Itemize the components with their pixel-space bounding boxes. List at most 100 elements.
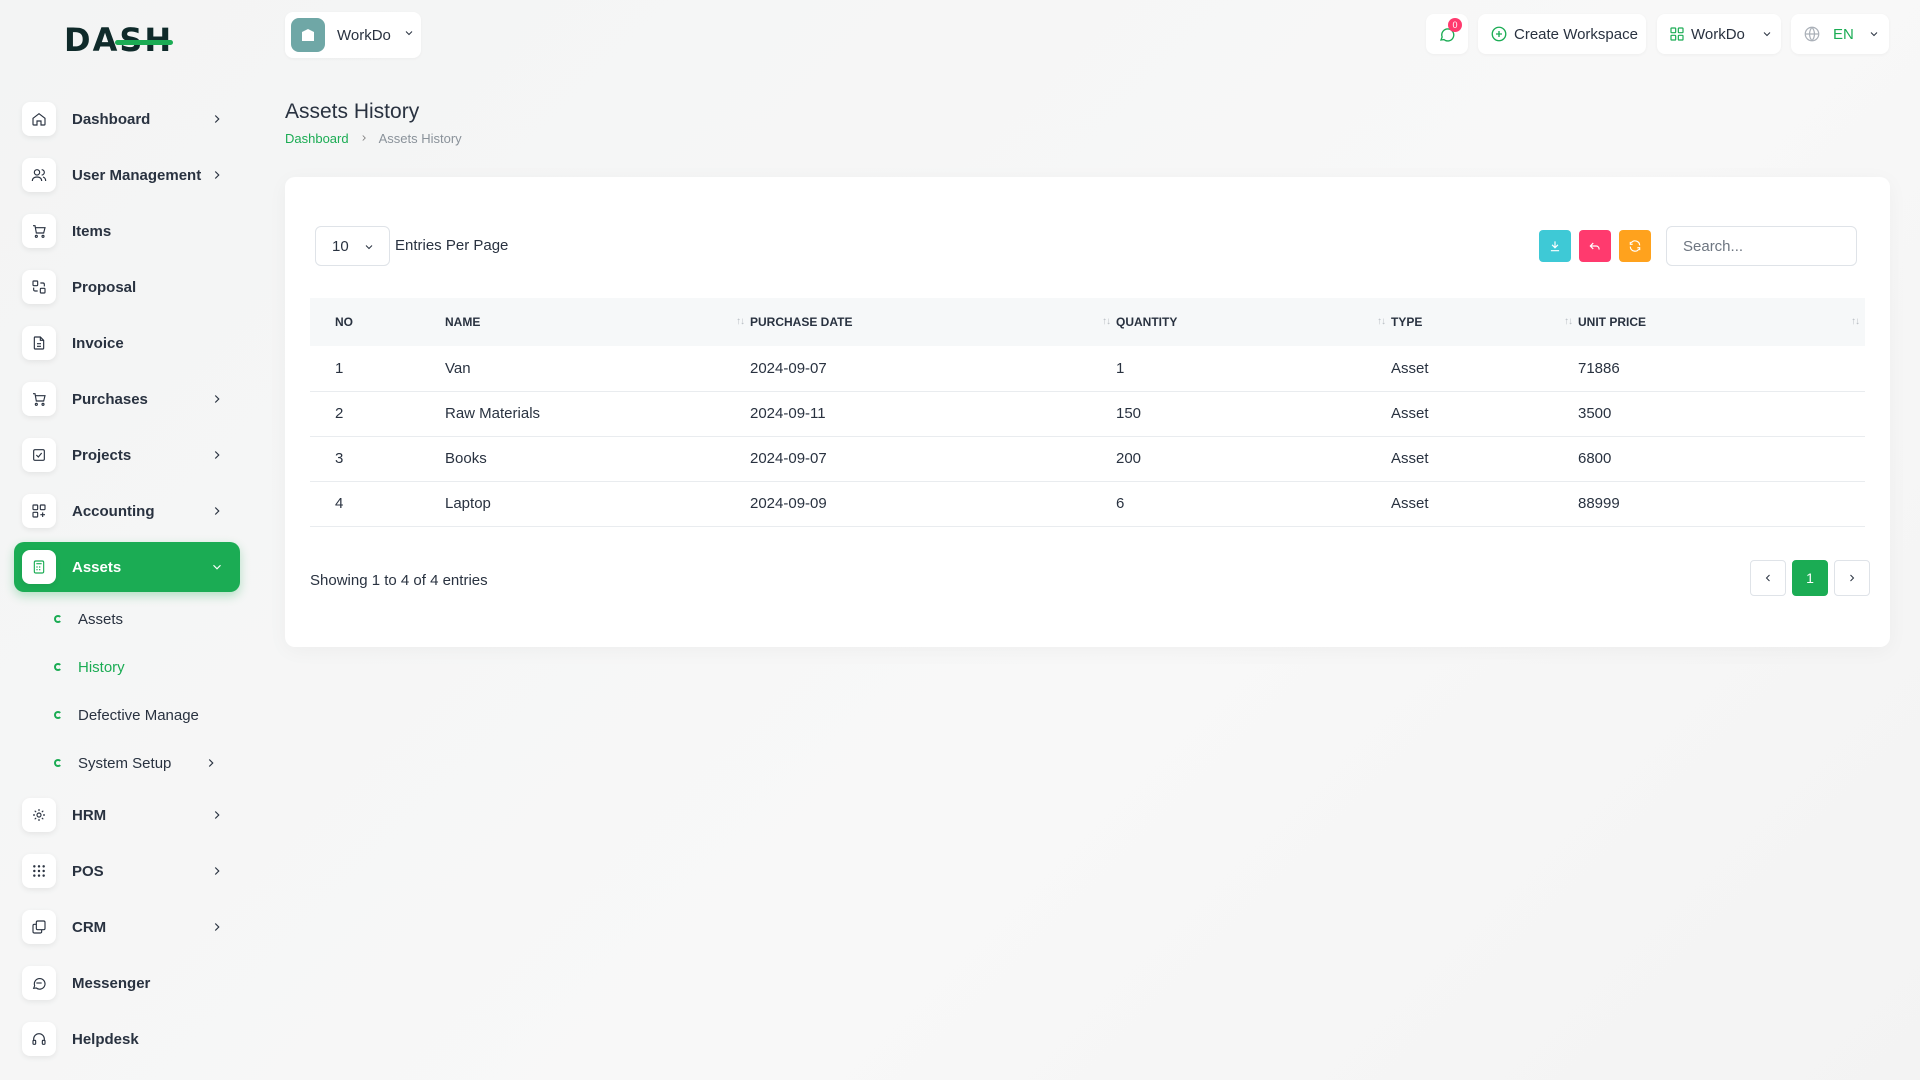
- sidebar-item-dashboard[interactable]: Dashboard: [14, 94, 240, 144]
- workspace-select[interactable]: WorkDo: [285, 12, 421, 58]
- chevron-right-icon: [1850, 574, 1855, 582]
- chevron-down-icon: [1870, 32, 1878, 37]
- sidebar-item-label: Dashboard: [72, 110, 151, 128]
- cell-purchase-date: 2024-09-11: [750, 391, 1116, 437]
- chevron-right-icon: [210, 112, 224, 126]
- users-icon: [22, 158, 56, 192]
- sidebar-item-label: Assets: [72, 558, 122, 576]
- cell-no: 3: [310, 436, 445, 482]
- cell-name: Van: [445, 346, 750, 392]
- cart-icon: [22, 214, 56, 248]
- entries-per-page-label: Entries Per Page: [395, 237, 509, 254]
- entries-per-page-select[interactable]: 10: [315, 226, 390, 266]
- submenu-item-label: System Setup: [78, 754, 172, 772]
- message-count-badge: 0: [1448, 18, 1462, 32]
- sidebar-item-hrm[interactable]: HRM: [14, 790, 240, 840]
- language-select[interactable]: EN: [1791, 14, 1889, 54]
- search-input[interactable]: [1666, 226, 1857, 266]
- cell-name: Laptop: [445, 481, 750, 527]
- cell-quantity: 6: [1116, 481, 1391, 527]
- messages-button[interactable]: 0: [1426, 14, 1468, 54]
- dash-logo[interactable]: DASH: [64, 21, 174, 59]
- sidebar-item-projects[interactable]: Projects: [14, 430, 240, 480]
- assets-submenu: Assets History Defective Manage System S…: [14, 598, 240, 784]
- chevron-right-icon: [210, 448, 224, 462]
- breadcrumb-home-link[interactable]: Dashboard: [285, 131, 349, 146]
- chevron-down-icon: [365, 245, 373, 250]
- sidebar-item-label: Projects: [72, 446, 132, 464]
- sidebar-item-helpdesk[interactable]: Helpdesk: [14, 1014, 240, 1064]
- sidebar-item-invoice[interactable]: Invoice: [14, 318, 240, 368]
- column-header-purchase-date[interactable]: PURCHASE DATE ↑↓: [750, 298, 1116, 346]
- refresh-icon: [1629, 240, 1641, 252]
- cell-quantity: 200: [1116, 436, 1391, 482]
- page-button-current[interactable]: 1: [1792, 560, 1828, 596]
- sidebar-item-pos[interactable]: POS: [14, 846, 240, 896]
- previous-page-button[interactable]: [1750, 560, 1786, 596]
- cell-unit-price: 3500: [1578, 391, 1865, 437]
- chat-icon: [22, 966, 56, 1000]
- table-row: 1 Van 2024-09-07 1 Asset 71886: [310, 346, 1865, 392]
- submenu-item-assets[interactable]: Assets: [38, 598, 240, 640]
- workdo-menu-button[interactable]: WorkDo: [1657, 14, 1781, 54]
- create-workspace-button[interactable]: Create Workspace: [1478, 14, 1646, 54]
- sort-icon: ↑↓: [1377, 316, 1386, 327]
- headset-icon: [22, 1022, 56, 1056]
- cell-unit-price: 6800: [1578, 436, 1865, 482]
- chevron-right-icon: [210, 864, 224, 878]
- chevron-down-icon: [1763, 32, 1771, 37]
- sidebar-item-assets[interactable]: Assets: [14, 542, 240, 592]
- refresh-button[interactable]: [1619, 230, 1651, 262]
- download-button[interactable]: [1539, 230, 1571, 262]
- column-header-unit-price[interactable]: UNIT PRICE ↑↓: [1578, 298, 1865, 346]
- dots-grid-icon: [22, 854, 56, 888]
- grid-icon: [22, 494, 56, 528]
- chevron-left-icon: [1765, 574, 1770, 582]
- next-page-button[interactable]: [1834, 560, 1870, 596]
- sidebar-item-label: Items: [72, 222, 112, 240]
- column-header-type[interactable]: TYPE ↑↓: [1391, 298, 1578, 346]
- home-icon: [22, 102, 56, 136]
- column-header-quantity[interactable]: QUANTITY ↑↓: [1116, 298, 1391, 346]
- column-header-no[interactable]: NO: [310, 298, 445, 346]
- sidebar-item-user-management[interactable]: User Management: [14, 150, 240, 200]
- column-header-label: TYPE: [1391, 315, 1423, 329]
- cell-type: Asset: [1391, 346, 1578, 392]
- submenu-item-system-setup[interactable]: System Setup: [38, 742, 240, 784]
- table-row: 2 Raw Materials 2024-09-11 150 Asset 350…: [310, 391, 1865, 437]
- chevron-right-icon: [210, 920, 224, 934]
- sidebar-item-label: Accounting: [72, 502, 155, 520]
- plus-circle-icon: [1491, 26, 1507, 42]
- chevron-right-icon: [210, 504, 224, 518]
- sidebar-item-label: Invoice: [72, 334, 124, 352]
- sidebar-nav: Dashboard User Management Items Proposal…: [14, 94, 240, 1070]
- globe-icon: [1804, 26, 1820, 42]
- submenu-item-label: Defective Manage: [78, 706, 199, 724]
- sidebar-item-proposal[interactable]: Proposal: [14, 262, 240, 312]
- proposal-icon: [22, 270, 56, 304]
- showing-entries-text: Showing 1 to 4 of 4 entries: [310, 572, 488, 589]
- chevron-down-icon: [210, 560, 224, 574]
- sidebar-item-items[interactable]: Items: [14, 206, 240, 256]
- column-header-label: PURCHASE DATE: [750, 315, 853, 329]
- cell-purchase-date: 2024-09-07: [750, 436, 1116, 482]
- submenu-item-history[interactable]: History: [38, 646, 240, 688]
- chevron-right-icon: [210, 808, 224, 822]
- reset-button[interactable]: [1579, 230, 1611, 262]
- sidebar-item-purchases[interactable]: Purchases: [14, 374, 240, 424]
- submenu-item-label: History: [78, 658, 125, 676]
- crm-icon: [22, 910, 56, 944]
- checklist-icon: [22, 438, 56, 472]
- chevron-right-icon: [210, 392, 224, 406]
- sidebar-item-crm[interactable]: CRM: [14, 902, 240, 952]
- submenu-item-defective-manage[interactable]: Defective Manage: [38, 694, 240, 736]
- sidebar-item-messenger[interactable]: Messenger: [14, 958, 240, 1008]
- sidebar-item-label: User Management: [72, 166, 202, 184]
- hrm-icon: [22, 798, 56, 832]
- sidebar-item-accounting[interactable]: Accounting: [14, 486, 240, 536]
- column-header-name[interactable]: NAME ↑↓: [445, 298, 750, 346]
- workspace-avatar-icon: [291, 18, 325, 52]
- language-code: EN: [1833, 25, 1854, 43]
- sort-icon: ↑↓: [1851, 316, 1860, 327]
- cell-type: Asset: [1391, 391, 1578, 437]
